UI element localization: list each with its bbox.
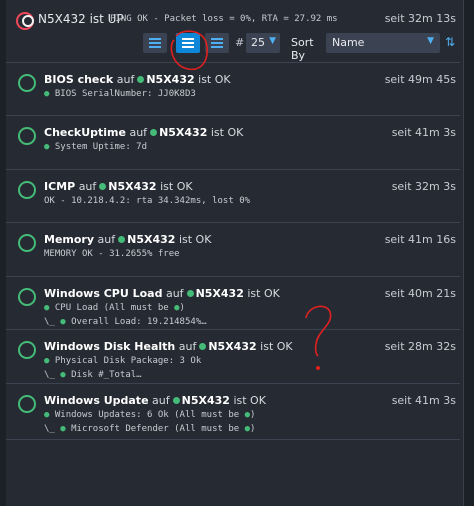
limit-label: # — [235, 36, 245, 49]
service-row[interactable]: Windows CPU Load auf N5X432 ist OK seit 40… — [6, 276, 460, 330]
service-state: ist OK — [198, 73, 231, 86]
service-output-line: ● BIOS SerialNumber: JJ0K8D3 — [44, 89, 196, 99]
service-title[interactable]: Windows CPU Load auf N5X432 ist OK — [44, 287, 280, 300]
service-row[interactable]: Memory auf N5X432 ist OK seit 41m 16s MEMOR… — [6, 222, 460, 277]
service-title[interactable]: BIOS check auf N5X432 ist OK — [44, 73, 231, 86]
service-on: auf — [129, 126, 148, 139]
sort-direction-icon[interactable]: ⇅ — [445, 35, 461, 51]
service-on: auf — [178, 340, 197, 353]
ok-state-icon — [18, 395, 36, 413]
host-output: PING OK - Packet loss = 0%, RTA = 27.92 … — [110, 14, 338, 24]
ok-state-icon — [18, 127, 36, 145]
service-name: ICMP — [44, 180, 76, 193]
service-output-line: ● Windows Updates: 6 Ok (All must be ●) — [44, 410, 256, 420]
list-detailed-icon — [211, 38, 223, 48]
ok-state-icon — [18, 234, 36, 252]
service-on: auf — [78, 180, 97, 193]
sort-value: Name — [332, 36, 365, 49]
ok-state-icon — [18, 288, 36, 306]
host-down-state-icon — [16, 12, 34, 30]
chevron-down-icon: ▼ — [269, 36, 276, 46]
service-host: N5X432 — [195, 287, 244, 300]
service-title[interactable]: CheckUptime auf N5X432 ist OK — [44, 126, 243, 139]
service-name: CheckUptime — [44, 126, 126, 139]
sort-label: Sort By — [291, 36, 314, 62]
service-since: seit 49m 45s — [384, 73, 456, 86]
host-ok-dot-icon — [199, 343, 207, 350]
service-output-line: ● System Uptime: 7d — [44, 142, 148, 152]
service-row[interactable]: BIOS check auf N5X432 ist OK seit 49m 45s ●… — [6, 62, 460, 116]
ok-state-icon — [18, 181, 36, 199]
service-state: ist OK — [233, 394, 266, 407]
host-ok-dot-icon — [172, 397, 180, 404]
service-output-line: \_ ● Disk #_Total… — [44, 370, 142, 380]
list-default-icon — [182, 38, 194, 48]
service-name: Memory — [44, 233, 95, 246]
host-header: N5X432 ist UP PING OK - Packet loss = 0%… — [6, 0, 461, 71]
service-state: ist OK — [260, 340, 293, 353]
service-name: Windows Update — [44, 394, 149, 407]
service-title[interactable]: Windows Disk Health auf N5X432 ist OK — [44, 340, 293, 353]
host-name: N5X432 — [38, 12, 86, 26]
chevron-down-icon: ▼ — [427, 36, 434, 46]
scrollbar[interactable] — [463, 0, 474, 506]
service-since: seit 41m 3s — [391, 394, 456, 407]
service-name: BIOS check — [44, 73, 114, 86]
service-since: seit 40m 21s — [384, 287, 456, 300]
service-state: ist OK — [247, 287, 280, 300]
service-output-line: ● CPU Load (All must be ●) — [44, 303, 185, 313]
service-row[interactable]: ICMP auf N5X432 ist OK seit 32m 3s OK - 10.… — [6, 169, 460, 223]
service-row[interactable]: CheckUptime auf N5X432 ist OK seit 41m 3s ●… — [6, 115, 460, 170]
service-since: seit 32m 3s — [391, 180, 456, 193]
service-output-line: MEMORY OK - 31.2655% free — [44, 249, 180, 259]
service-on: auf — [152, 394, 170, 407]
service-since: seit 41m 3s — [391, 126, 456, 139]
service-on: auf — [165, 287, 184, 300]
service-title[interactable]: Memory auf N5X432 ist OK — [44, 233, 211, 246]
service-title[interactable]: ICMP auf N5X432 ist OK — [44, 180, 193, 193]
service-name: Windows Disk Health — [44, 340, 176, 353]
service-output-line: ● Physical Disk Package: 3 Ok — [44, 356, 202, 366]
service-on: auf — [116, 73, 135, 86]
host-since: seit 32m 13s — [384, 12, 456, 25]
service-state: ist OK — [210, 126, 244, 139]
service-since: seit 28m 32s — [384, 340, 456, 353]
view-default-button[interactable] — [176, 33, 200, 53]
limit-value: 25 — [251, 36, 265, 49]
host-ok-dot-icon — [186, 290, 194, 297]
service-host: N5X432 — [159, 126, 208, 139]
host-ok-dot-icon — [150, 129, 158, 136]
service-since: seit 41m 16s — [384, 233, 456, 246]
service-name: Windows CPU Load — [44, 287, 163, 300]
service-title[interactable]: Windows Update auf N5X432 ist OK — [44, 394, 266, 407]
service-host: N5X432 — [208, 340, 257, 353]
limit-select[interactable]: 25 ▼ — [246, 33, 280, 53]
service-host: N5X432 — [146, 73, 195, 86]
service-host: N5X432 — [181, 394, 230, 407]
list-compact-icon — [149, 38, 161, 48]
ok-state-icon — [18, 74, 36, 92]
service-output-line: \_ ● Microsoft Defender (All must be ●) — [44, 424, 256, 434]
service-output-line: OK - 10.218.4.2: rta 34.342ms, lost 0% — [44, 196, 251, 206]
host-ok-dot-icon — [99, 183, 107, 190]
view-compact-button[interactable] — [143, 33, 167, 53]
host-ok-dot-icon — [118, 236, 126, 243]
service-output-line: \_ ● Overall Load: 19.214854%… — [44, 317, 207, 327]
ok-state-icon — [18, 341, 36, 359]
view-detailed-button[interactable] — [205, 33, 229, 53]
service-state: ist OK — [178, 233, 212, 246]
sort-select[interactable]: Name ▼ — [326, 33, 440, 53]
service-host: N5X432 — [108, 180, 157, 193]
service-host: N5X432 — [127, 233, 176, 246]
service-row[interactable]: Windows Disk Health auf N5X432 ist OK seit… — [6, 329, 460, 384]
service-row[interactable]: Windows Update auf N5X432 ist OK seit 41m … — [6, 383, 460, 440]
service-on: auf — [97, 233, 116, 246]
service-state: ist OK — [160, 180, 193, 193]
host-ok-dot-icon — [137, 76, 145, 83]
